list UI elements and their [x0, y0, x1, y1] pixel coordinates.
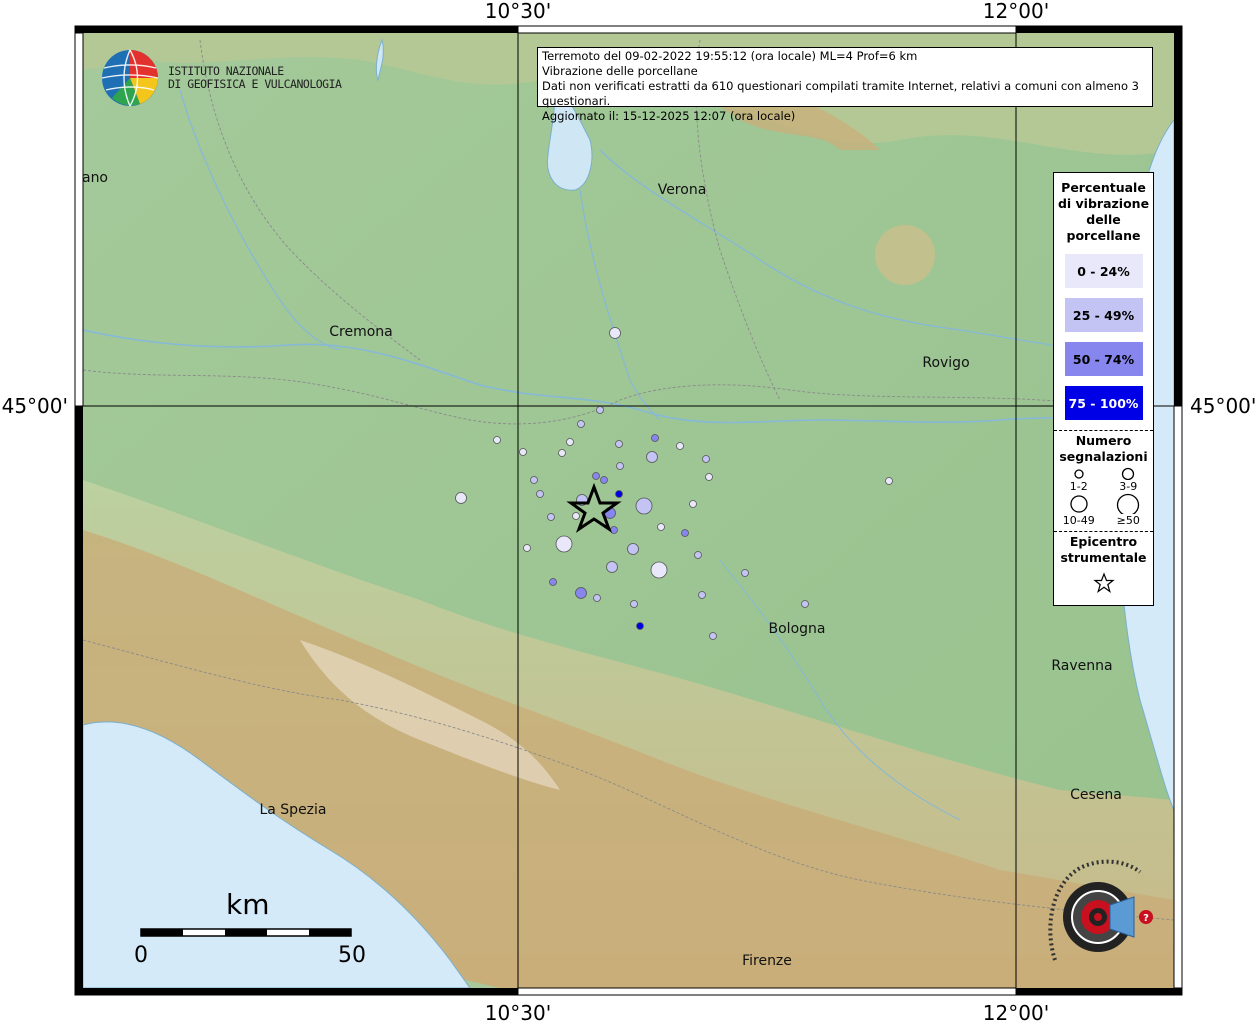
intensity-point [519, 448, 527, 456]
legend-class-0: 0 - 24% [1064, 254, 1143, 288]
legend-class-1: 25 - 49% [1064, 298, 1143, 332]
intensity-point [549, 578, 557, 586]
legend-divider-2 [1054, 531, 1153, 532]
city-label-bologna: Bologna [769, 621, 826, 637]
intensity-point [575, 587, 587, 599]
intensity-point [709, 632, 717, 640]
scale-end: 50 [338, 943, 366, 968]
intensity-point [702, 455, 710, 463]
intensity-point [493, 436, 501, 444]
legend-class-2: 50 - 74% [1064, 342, 1143, 376]
map-terrain [83, 33, 1174, 988]
intensity-point [627, 543, 639, 555]
intensity-point [885, 477, 893, 485]
city-label-cremona: Cremona [329, 324, 393, 340]
intensity-point [741, 569, 749, 577]
intensity-point [646, 451, 658, 463]
lat-label-right: 45°00' [1190, 394, 1256, 418]
legend-count-4: ≥50 [1104, 493, 1154, 527]
euganean-hills [875, 225, 935, 285]
city-label-rovigo: Rovigo [922, 355, 969, 371]
intensity-point [636, 622, 644, 630]
map-subject: Vibrazione delle porcellane [542, 64, 698, 78]
event-info-box: Terremoto del 09-02-2022 19:55:12 (ora l… [537, 47, 1153, 123]
ingv-logo-line2: DI GEOFISICA E VULCANOLOGIA [168, 77, 342, 91]
intensity-point [689, 500, 697, 508]
intensity-point [651, 434, 659, 442]
lon-label-bottom-2: 12°00' [983, 1001, 1049, 1024]
intensity-point [547, 513, 555, 521]
intensity-point [566, 438, 574, 446]
intensity-point [616, 462, 624, 470]
map-stage: 10°30' 12°00' 10°30' 12°00' 45°00' 45°00… [0, 0, 1256, 1025]
scale-start: 0 [134, 943, 148, 968]
intensity-point [694, 551, 702, 559]
city-label-ravenna: Ravenna [1051, 658, 1112, 674]
legend-classes: 0 - 24% 25 - 49% 50 - 74% 75 - 100% [1054, 254, 1153, 420]
event-description: Terremoto del 09-02-2022 19:55:12 (ora l… [542, 49, 918, 63]
legend-class-3: 75 - 100% [1064, 386, 1143, 420]
intensity-point [455, 492, 467, 504]
intensity-point [615, 440, 623, 448]
intensity-point [635, 497, 653, 515]
intensity-point [600, 476, 608, 484]
intensity-point [530, 476, 538, 484]
intensity-point [698, 591, 706, 599]
city-label-firenze: Firenze [742, 953, 792, 969]
intensity-point [681, 529, 689, 537]
city-label-verona: Verona [658, 182, 707, 198]
intensity-point [555, 535, 573, 553]
legend-count-2: 3-9 [1104, 467, 1154, 493]
legend-count-3: 10-49 [1054, 493, 1104, 527]
intensity-point [705, 473, 713, 481]
svg-text:?: ? [1143, 913, 1149, 924]
intensity-point [596, 406, 604, 414]
scale-unit: km [226, 888, 270, 921]
intensity-point [592, 472, 600, 480]
intensity-point [523, 544, 531, 552]
data-disclaimer: Dati non verificati estratti da 610 ques… [542, 79, 1139, 108]
legend-count-1: 1-2 [1054, 467, 1104, 493]
intensity-point [630, 600, 638, 608]
city-label-ano: ano [82, 170, 108, 186]
map-legend: Percentuale di vibrazione delle porcella… [1053, 172, 1154, 606]
legend-count-classes: 1-2 3-9 10-49 ≥50 [1054, 467, 1153, 527]
intensity-point [572, 512, 580, 520]
intensity-point [593, 594, 601, 602]
update-timestamp: Aggiornato il: 15-12-2025 12:07 (ora loc… [542, 109, 796, 123]
ingv-logo: ISTITUTO NAZIONALE DI GEOFISICA E VULCAN… [100, 48, 342, 108]
lon-label-bottom-1: 10°30' [485, 1001, 551, 1024]
intensity-point [615, 490, 623, 498]
intensity-point [558, 449, 566, 457]
lon-label-top-1: 10°30' [485, 0, 551, 23]
legend-divider [1054, 430, 1153, 431]
intensity-point [609, 327, 621, 339]
globe-icon [101, 49, 159, 107]
legend-star-icon [1092, 572, 1115, 594]
intensity-point [657, 523, 665, 531]
scale-bar [140, 928, 352, 937]
legend-title: Percentuale di vibrazione delle porcella… [1057, 180, 1150, 243]
city-label-la-spezia: La Spezia [259, 802, 326, 818]
legend-epicenter-title: Epicentro strumentale [1060, 534, 1147, 565]
intensity-point [606, 561, 618, 573]
intensity-point [650, 561, 668, 579]
lat-label-left: 45°00' [2, 394, 68, 418]
intensity-point [577, 420, 585, 428]
lon-label-top-2: 12°00' [983, 0, 1049, 23]
intensity-point [676, 442, 684, 450]
legend-count-title: Numero segnalazioni [1059, 433, 1148, 464]
intensity-point [536, 490, 544, 498]
intensity-point [801, 600, 809, 608]
city-label-cesena: Cesena [1070, 787, 1122, 803]
